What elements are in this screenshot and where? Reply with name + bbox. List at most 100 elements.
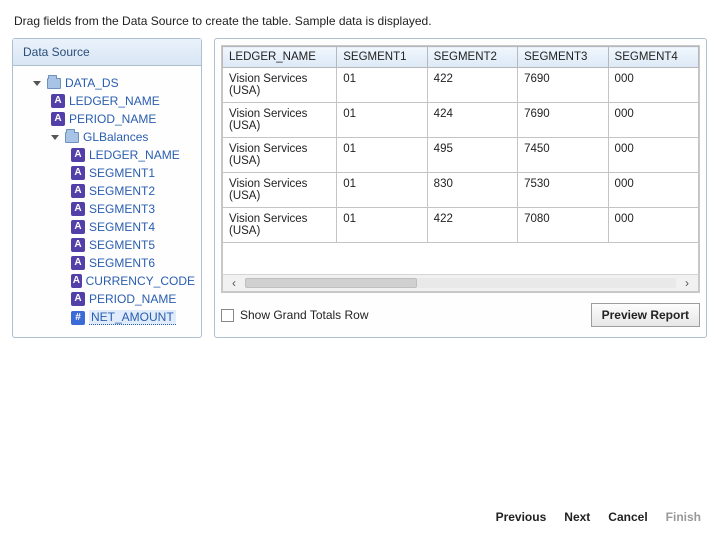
text-type-icon: A: [51, 112, 65, 126]
tree-label: PERIOD_NAME: [89, 292, 176, 306]
table-header-row: LEDGER_NAME SEGMENT1 SEGMENT2 SEGMENT3 S…: [223, 47, 699, 68]
text-type-icon: A: [71, 274, 82, 288]
cancel-button[interactable]: Cancel: [602, 506, 653, 528]
number-type-icon: #: [71, 311, 85, 325]
show-grand-totals-label: Show Grand Totals Row: [240, 308, 369, 322]
table-row[interactable]: Vision Services (USA) 01 424 7690 000: [223, 103, 699, 138]
tree-node-period-name-2[interactable]: A PERIOD_NAME: [23, 290, 195, 308]
tree-node-ledger-name-2[interactable]: A LEDGER_NAME: [23, 146, 195, 164]
tree-node-segment2[interactable]: A SEGMENT2: [23, 182, 195, 200]
horizontal-scrollbar[interactable]: ‹ ›: [222, 274, 699, 292]
table-row[interactable]: Vision Services (USA) 01 495 7450 000: [223, 138, 699, 173]
cell: Vision Services (USA): [223, 103, 337, 138]
preview-report-button[interactable]: Preview Report: [591, 303, 700, 327]
text-type-icon: A: [71, 166, 85, 180]
tree-label: GLBalances: [83, 130, 148, 144]
cell: 000: [608, 68, 698, 103]
col-header[interactable]: SEGMENT2: [427, 47, 517, 68]
cell: 000: [608, 138, 698, 173]
col-header[interactable]: SEGMENT4: [608, 47, 698, 68]
tree-label: SEGMENT4: [89, 220, 155, 234]
cell: 495: [427, 138, 517, 173]
table-row[interactable]: Vision Services (USA) 01 830 7530 000: [223, 173, 699, 208]
tree-label: PERIOD_NAME: [69, 112, 156, 126]
scroll-right-icon[interactable]: ›: [680, 276, 694, 290]
scroll-track[interactable]: [245, 278, 676, 288]
chevron-down-icon[interactable]: [51, 135, 59, 140]
cell: Vision Services (USA): [223, 138, 337, 173]
scroll-left-icon[interactable]: ‹: [227, 276, 241, 290]
previous-button[interactable]: Previous: [490, 506, 553, 528]
cell: 7450: [518, 138, 608, 173]
data-source-panel: Data Source DATA_DS A LEDGER_NAME A PERI…: [12, 38, 202, 338]
preview-panel: LEDGER_NAME SEGMENT1 SEGMENT2 SEGMENT3 S…: [214, 38, 707, 338]
wizard-buttons: Previous Next Cancel Finish: [490, 506, 707, 528]
show-grand-totals-row[interactable]: Show Grand Totals Row: [221, 308, 369, 322]
data-source-header: Data Source: [13, 39, 201, 66]
cell: Vision Services (USA): [223, 173, 337, 208]
scroll-thumb[interactable]: [245, 278, 417, 288]
tree-node-currency-code[interactable]: A CURRENCY_CODE: [23, 272, 195, 290]
text-type-icon: A: [71, 292, 85, 306]
text-type-icon: A: [71, 256, 85, 270]
tree-label: NET_AMOUNT: [89, 310, 176, 325]
data-table: LEDGER_NAME SEGMENT1 SEGMENT2 SEGMENT3 S…: [222, 46, 699, 243]
cell: 01: [337, 103, 427, 138]
col-header[interactable]: SEGMENT1: [337, 47, 427, 68]
cell: 424: [427, 103, 517, 138]
text-type-icon: A: [71, 220, 85, 234]
folder-icon: [47, 78, 61, 89]
next-button[interactable]: Next: [558, 506, 596, 528]
cell: 7690: [518, 103, 608, 138]
cell: 422: [427, 208, 517, 243]
folder-icon: [65, 132, 79, 143]
tree-label: DATA_DS: [65, 76, 119, 90]
table-row[interactable]: Vision Services (USA) 01 422 7690 000: [223, 68, 699, 103]
tree-label: SEGMENT5: [89, 238, 155, 252]
cell: 000: [608, 208, 698, 243]
tree-node-segment3[interactable]: A SEGMENT3: [23, 200, 195, 218]
tree-label: SEGMENT1: [89, 166, 155, 180]
tree-label: LEDGER_NAME: [69, 94, 160, 108]
col-header[interactable]: SEGMENT3: [518, 47, 608, 68]
data-source-tree: DATA_DS A LEDGER_NAME A PERIOD_NAME GLBa…: [13, 66, 201, 337]
table-row[interactable]: Vision Services (USA) 01 422 7080 000: [223, 208, 699, 243]
cell: 01: [337, 208, 427, 243]
cell: 000: [608, 103, 698, 138]
tree-node-segment1[interactable]: A SEGMENT1: [23, 164, 195, 182]
text-type-icon: A: [71, 202, 85, 216]
cell: 000: [608, 173, 698, 208]
tree-label: SEGMENT6: [89, 256, 155, 270]
text-type-icon: A: [71, 184, 85, 198]
cell: 830: [427, 173, 517, 208]
tree-label: CURRENCY_CODE: [86, 274, 195, 288]
cell: Vision Services (USA): [223, 208, 337, 243]
tree-node-segment5[interactable]: A SEGMENT5: [23, 236, 195, 254]
cell: 422: [427, 68, 517, 103]
cell: 7690: [518, 68, 608, 103]
tree-node-segment6[interactable]: A SEGMENT6: [23, 254, 195, 272]
tree-label: SEGMENT2: [89, 184, 155, 198]
tree-node-segment4[interactable]: A SEGMENT4: [23, 218, 195, 236]
tree-node-glbalances[interactable]: GLBalances: [23, 128, 195, 146]
tree-node-net-amount[interactable]: # NET_AMOUNT: [23, 308, 195, 327]
tree-node-period-name[interactable]: A PERIOD_NAME: [23, 110, 195, 128]
tree-label: LEDGER_NAME: [89, 148, 180, 162]
col-header[interactable]: LEDGER_NAME: [223, 47, 337, 68]
cell: 01: [337, 68, 427, 103]
checkbox-icon[interactable]: [221, 309, 234, 322]
finish-button: Finish: [660, 506, 707, 528]
instruction-text: Drag fields from the Data Source to crea…: [0, 0, 719, 38]
tree-label: SEGMENT3: [89, 202, 155, 216]
text-type-icon: A: [71, 238, 85, 252]
cell: 01: [337, 138, 427, 173]
tree-node-root[interactable]: DATA_DS: [23, 74, 195, 92]
tree-node-ledger-name[interactable]: A LEDGER_NAME: [23, 92, 195, 110]
cell: Vision Services (USA): [223, 68, 337, 103]
text-type-icon: A: [51, 94, 65, 108]
cell: 7080: [518, 208, 608, 243]
chevron-down-icon[interactable]: [33, 81, 41, 86]
text-type-icon: A: [71, 148, 85, 162]
cell: 7530: [518, 173, 608, 208]
cell: 01: [337, 173, 427, 208]
